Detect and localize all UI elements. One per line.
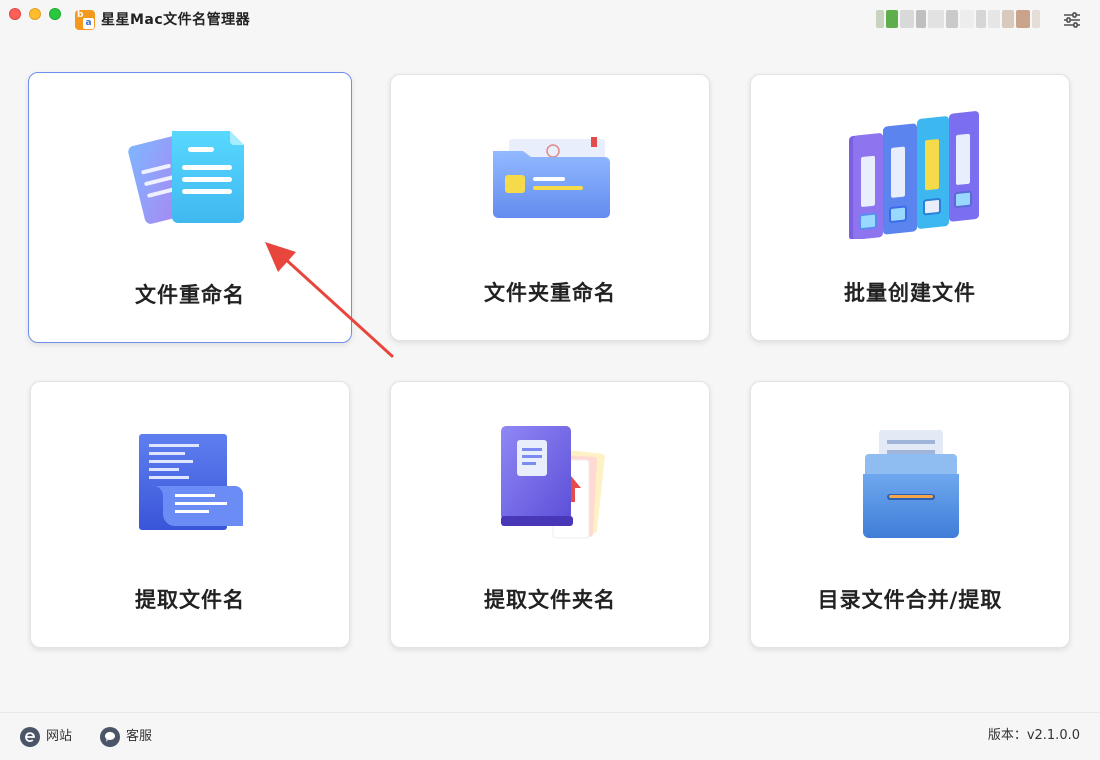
scroll-icon [139,434,243,530]
file-cabinet-icon [863,430,959,538]
app-title: 星星Mac文件名管理器 [101,12,251,28]
file-documents-icon [128,131,244,224]
card-extract-foldername[interactable]: 提取文件夹名 [390,381,710,648]
chat-bubble-icon [100,727,120,747]
user-account-avatar[interactable] [876,8,1046,30]
card-folder-rename[interactable]: 文件夹重命名 [390,74,710,341]
card-label: 文件夹重命名 [484,281,616,305]
minimize-window-button[interactable] [29,8,41,20]
book-folder-icon [501,426,605,539]
card-label: 提取文件名 [135,588,245,612]
card-batch-create[interactable]: 批量创建文件 [750,74,1070,341]
card-label: 提取文件夹名 [484,588,616,612]
version-text: 版本：v2.1.0.0 [987,728,1080,743]
card-extract-filename[interactable]: 提取文件名 [30,381,350,648]
card-label: 文件重命名 [135,283,245,307]
binders-icon [849,111,979,239]
card-label: 目录文件合并/提取 [817,588,1003,612]
browser-e-icon [20,727,40,747]
card-dir-merge-extract[interactable]: 目录文件合并/提取 [750,381,1070,648]
footer-bar: 网站 客服 版本：v2.1.0.0 [0,712,1100,760]
app-logo-icon: b a [75,10,95,30]
title-bar: b a 星星Mac文件名管理器 [0,0,1100,40]
card-label: 批量创建文件 [844,281,976,305]
support-link[interactable]: 客服 [100,727,152,747]
website-link[interactable]: 网站 [20,727,72,747]
folder-icon [493,137,610,218]
close-window-button[interactable] [9,8,21,20]
maximize-window-button[interactable] [49,8,61,20]
support-label: 客服 [126,729,153,744]
card-file-rename[interactable]: 文件重命名 [28,72,352,343]
website-label: 网站 [46,729,73,744]
settings-sliders-icon[interactable] [1062,10,1082,30]
